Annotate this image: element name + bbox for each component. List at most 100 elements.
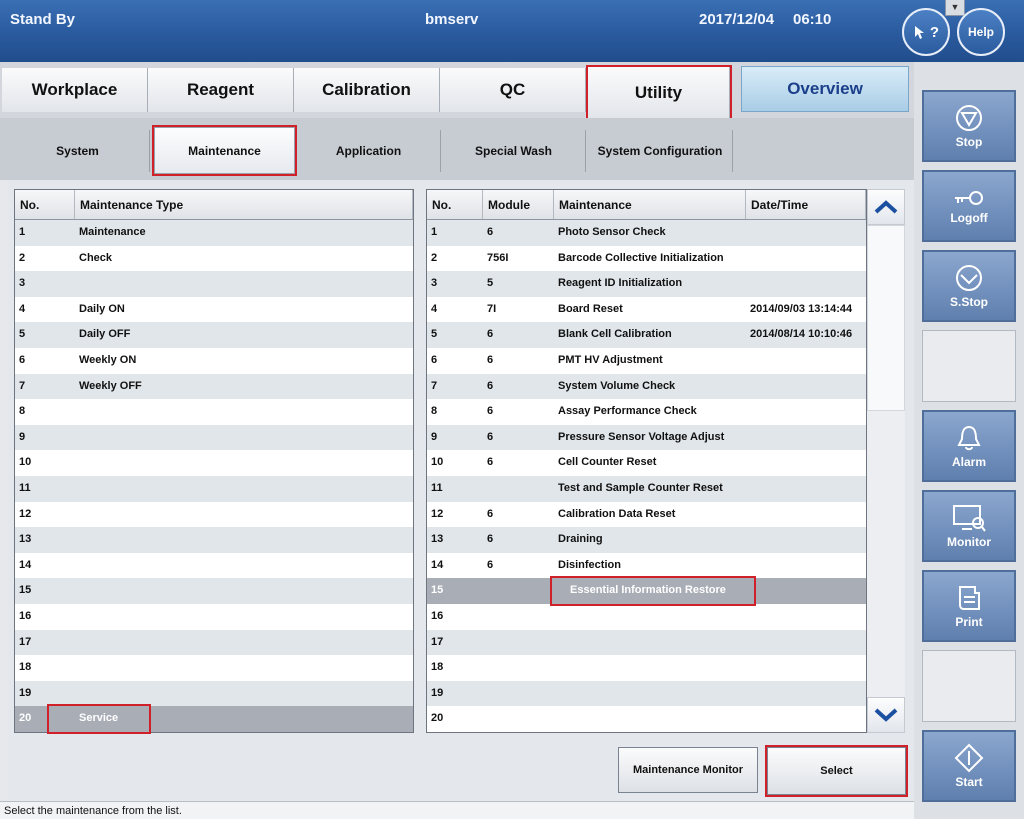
maintenance-cell (554, 681, 746, 707)
table-row[interactable]: 13 6 Draining (427, 527, 866, 553)
table-row[interactable]: 16 (15, 603, 413, 630)
table-row[interactable]: 18 (15, 655, 413, 681)
module-cell: 6 (487, 405, 494, 418)
table-row[interactable]: 5 Daily OFF (15, 322, 413, 348)
row-number: 4 (19, 302, 26, 315)
table-row[interactable]: 7 Weekly OFF (15, 373, 413, 400)
tab-workplace[interactable]: Workplace (2, 68, 148, 112)
table-row[interactable]: 7 6 System Volume Check (427, 373, 866, 400)
start-button[interactable]: Start (922, 730, 1016, 802)
scroll-up-button[interactable] (867, 189, 905, 225)
table-row[interactable]: 18 (427, 655, 866, 681)
tab-qc[interactable]: QC (440, 68, 586, 112)
table-row[interactable]: 1 Maintenance (15, 220, 413, 246)
logoff-button[interactable]: Logoff (922, 170, 1016, 242)
row-number: 2 (19, 251, 26, 264)
table-row[interactable]: 14 (15, 552, 413, 579)
table-row[interactable]: 5 6 Blank Cell Calibration 2014/08/14 10:10… (427, 322, 866, 348)
chevron-down-icon (874, 708, 898, 722)
table-row[interactable]: 15 (15, 578, 413, 604)
table-row[interactable]: 9 6 Pressure Sensor Voltage Adjust (427, 424, 866, 451)
table-row[interactable]: 14 6 Disinfection (427, 552, 866, 579)
table-row[interactable]: 2 756I Barcode Collective Initialization (427, 245, 866, 272)
select-button[interactable]: Select (765, 745, 908, 797)
table-row[interactable]: 17 (427, 629, 866, 656)
system-status: Stand By (10, 11, 76, 28)
table-row[interactable]: 11 (15, 475, 413, 502)
table-row[interactable]: 12 (15, 501, 413, 528)
row-number: 6 (431, 353, 438, 366)
print-button[interactable]: Print (922, 570, 1016, 642)
table-row[interactable]: 13 (15, 527, 413, 553)
subtab-system-configuration[interactable]: System Configuration (588, 130, 733, 172)
subtab-maintenance[interactable]: Maintenance (152, 125, 297, 176)
maintenance-cell: Test and Sample Counter Reset (558, 481, 723, 494)
table-row[interactable]: 8 (15, 399, 413, 425)
table-row[interactable]: 17 (15, 629, 413, 656)
maintenance-cell: PMT HV Adjustment (558, 353, 663, 366)
date-display: 2017/12/04 (699, 11, 775, 28)
table-row[interactable]: 9 (15, 424, 413, 451)
table-row[interactable]: 20 (427, 706, 866, 732)
stop-button[interactable]: Stop (922, 90, 1016, 162)
table-row[interactable]: 2 Check (15, 245, 413, 272)
module-cell (483, 578, 554, 604)
sampling-stop-button[interactable]: S.Stop (922, 250, 1016, 322)
maintenance-type-cell (75, 578, 413, 604)
maintenance-type-cell (75, 527, 413, 553)
tab-label: Workplace (31, 80, 118, 99)
table-scrollbar[interactable] (867, 189, 905, 733)
button-label: Select (820, 765, 853, 777)
row-number: 20 (431, 712, 444, 725)
row-number: 18 (19, 661, 32, 674)
table-row[interactable]: 10 (15, 450, 413, 476)
tab-reagent[interactable]: Reagent (148, 68, 294, 112)
module-cell (483, 655, 554, 681)
table-row[interactable]: 19 (15, 680, 413, 707)
row-number: 11 (431, 481, 443, 494)
time-display: 06:10 (793, 11, 832, 28)
module-cell: 6 (487, 507, 494, 520)
subtab-application[interactable]: Application (297, 130, 441, 172)
table-row[interactable]: 8 6 Assay Performance Check (427, 399, 866, 425)
table-row[interactable]: 16 (427, 603, 866, 630)
table-row[interactable]: 19 (427, 680, 866, 707)
subtab-special-wash[interactable]: Special Wash (442, 130, 586, 172)
row-number: 10 (19, 456, 32, 469)
table-row[interactable]: 3 (15, 271, 413, 297)
table-row[interactable]: 6 6 PMT HV Adjustment (427, 347, 866, 374)
bell-icon (957, 425, 981, 451)
date-time-cell (746, 425, 866, 451)
scroll-thumb[interactable] (867, 225, 905, 411)
maintenance-monitor-button[interactable]: Maintenance Monitor (618, 747, 758, 793)
monitor-button[interactable]: Monitor (922, 490, 1016, 562)
column-header-no: No. (15, 190, 75, 219)
row-number: 15 (19, 584, 32, 597)
tab-calibration[interactable]: Calibration (294, 68, 440, 112)
table-row[interactable]: 3 5 Reagent ID Initialization (427, 271, 866, 297)
context-help-button[interactable]: ? (902, 8, 950, 56)
help-button[interactable]: Help (957, 8, 1005, 56)
table-row[interactable]: 15 Essential Information Restore (427, 576, 866, 606)
main-tab-bar: Workplace Reagent Calibration QC Utility… (0, 62, 914, 121)
tab-overview[interactable]: Overview (741, 66, 909, 112)
subtab-system[interactable]: System (6, 130, 150, 172)
table-row[interactable]: 11 Test and Sample Counter Reset (427, 475, 866, 502)
row-number: 19 (19, 686, 32, 699)
table-row[interactable]: 4 Daily ON (15, 296, 413, 323)
table-row[interactable]: 10 6 Cell Counter Reset (427, 450, 866, 476)
scroll-down-button[interactable] (867, 697, 905, 733)
empty-slot (922, 650, 1016, 722)
pull-down-tab[interactable]: ▼ (945, 0, 965, 16)
table-row[interactable]: 4 7I Board Reset 2014/09/03 13:14:44 (427, 296, 866, 323)
table-row[interactable]: 12 6 Calibration Data Reset (427, 501, 866, 528)
alarm-button[interactable]: Alarm (922, 410, 1016, 482)
table-row[interactable]: 1 6 Photo Sensor Check (427, 220, 866, 246)
date-time-cell (746, 706, 866, 732)
maintenance-type-cell (75, 271, 413, 297)
maintenance-type-cell (75, 425, 413, 451)
table-row[interactable]: 6 Weekly ON (15, 347, 413, 374)
row-number: 8 (19, 405, 26, 418)
tab-utility[interactable]: Utility (586, 65, 732, 121)
table-row[interactable]: 20 Service (15, 704, 413, 734)
